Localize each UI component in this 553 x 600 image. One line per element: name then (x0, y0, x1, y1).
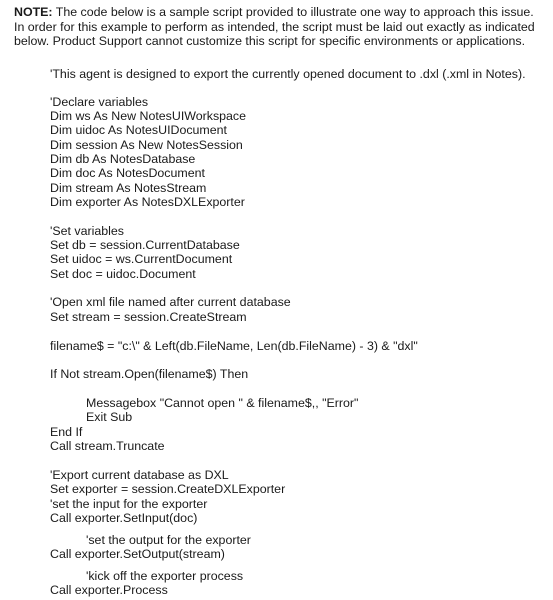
note-text: The code below is a sample script provid… (14, 5, 535, 48)
code-line: Exit Sub (86, 410, 133, 424)
code-comment-agent-description: 'This agent is designed to export the cu… (50, 67, 526, 81)
code-line: Dim session As New NotesSession (50, 138, 243, 152)
code-line: Call exporter.SetOutput(stream) (50, 547, 225, 561)
code-line: Set db = session.CurrentDatabase (50, 238, 240, 252)
code-line: filename$ = "c:\" & Left(db.FileName, Le… (50, 339, 418, 353)
code-line: Set stream = session.CreateStream (50, 310, 247, 324)
note-paragraph: NOTE: The code below is a sample script … (14, 5, 544, 49)
code-line: Call exporter.SetInput(doc) (50, 511, 198, 525)
code-line: Dim ws As New NotesUIWorkspace (50, 109, 247, 123)
code-line: Dim stream As NotesStream (50, 181, 207, 195)
code-line: End If (50, 425, 83, 439)
code-comment-set: 'Set variables (50, 224, 124, 238)
code-line: If Not stream.Open(filename$) Then (50, 367, 249, 381)
code-line: Dim doc As NotesDocument (50, 166, 205, 180)
code-comment-output: 'set the output for the exporter (86, 533, 251, 547)
code-comment-process: 'kick off the exporter process (86, 569, 244, 583)
code-comment-open: 'Open xml file named after current datab… (50, 295, 291, 309)
code-comment-input: 'set the input for the exporter (50, 497, 208, 511)
code-line: Set exporter = session.CreateDXLExporter (50, 482, 286, 496)
code-line: Dim exporter As NotesDXLExporter (50, 195, 245, 209)
code-line: Call exporter.Process (50, 583, 168, 597)
code-line: Dim uidoc As NotesUIDocument (50, 123, 227, 137)
code-line: Call stream.Truncate (50, 439, 165, 453)
code-comment-declare: 'Declare variables (50, 95, 149, 109)
code-line: Set uidoc = ws.CurrentDocument (50, 252, 233, 266)
code-comment-export: 'Export current database as DXL (50, 468, 229, 482)
code-line: Dim db As NotesDatabase (50, 152, 196, 166)
code-line: Set doc = uidoc.Document (50, 267, 196, 281)
note-label: NOTE: (14, 5, 53, 19)
code-line: Messagebox "Cannot open " & filename$,, … (86, 396, 359, 410)
